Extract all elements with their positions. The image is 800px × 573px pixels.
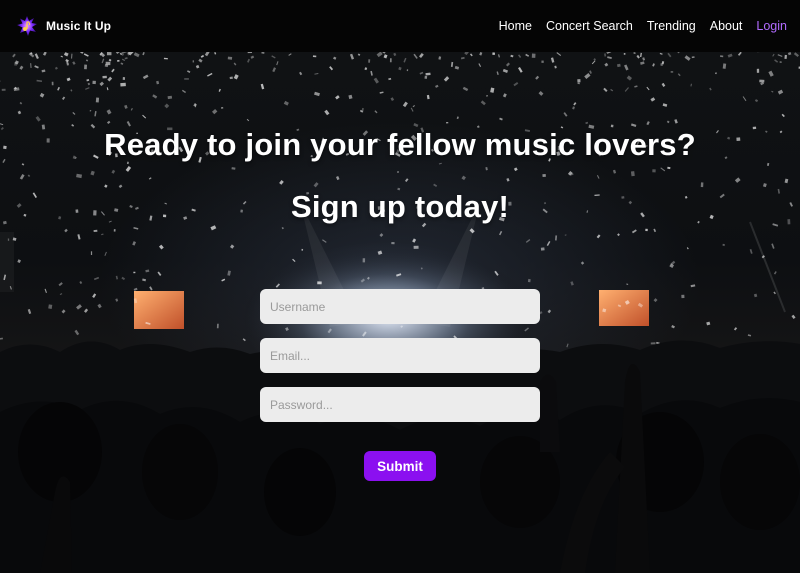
nav-link-concert-search[interactable]: Concert Search bbox=[546, 19, 633, 33]
username-input[interactable] bbox=[260, 289, 540, 324]
hero-headline: Ready to join your fellow music lovers? bbox=[104, 127, 696, 162]
nav-link-trending[interactable]: Trending bbox=[647, 19, 696, 33]
hero-subheadline: Sign up today! bbox=[290, 189, 510, 224]
password-input[interactable] bbox=[260, 387, 540, 422]
hero-section: Ready to join your fellow music lovers? … bbox=[0, 52, 800, 573]
nav-link-home[interactable]: Home bbox=[499, 19, 532, 33]
navbar: Music It Up Home Concert Search Trending… bbox=[0, 0, 800, 52]
brand-name: Music It Up bbox=[46, 19, 112, 33]
submit-button[interactable]: Submit bbox=[364, 451, 436, 481]
nav-link-login[interactable]: Login bbox=[756, 19, 787, 33]
nav-link-about[interactable]: About bbox=[710, 19, 743, 33]
nav-links: Home Concert Search Trending About Login bbox=[499, 19, 787, 33]
email-input[interactable] bbox=[260, 338, 540, 373]
brand[interactable]: Music It Up bbox=[16, 15, 111, 37]
music-note-logo-icon bbox=[17, 16, 37, 36]
signup-form: Submit bbox=[260, 289, 540, 481]
